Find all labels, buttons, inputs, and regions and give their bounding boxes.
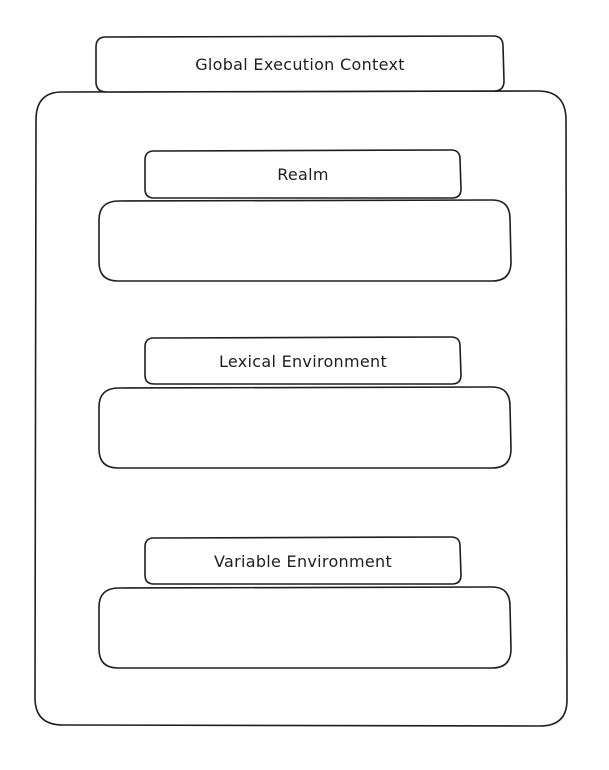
- global-context-title: Global Execution Context: [195, 54, 405, 74]
- variable-environment-label: Variable Environment: [213, 551, 393, 571]
- execution-context-diagram: [34, 35, 568, 727]
- realm-label: Realm: [277, 165, 329, 184]
- lexical-environment-label: Lexical Environment: [218, 351, 388, 371]
